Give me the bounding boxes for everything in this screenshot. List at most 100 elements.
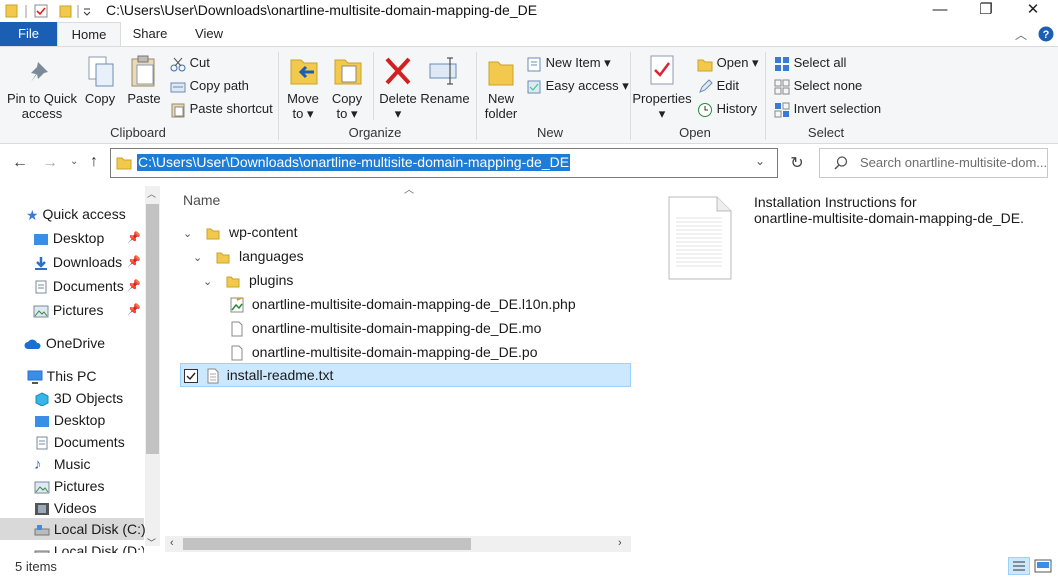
refresh-icon[interactable]: ↻	[785, 153, 809, 175]
list-item[interactable]: onartline-multisite-domain-mapping-de_DE…	[229, 341, 537, 363]
search-icon	[834, 156, 848, 170]
nav-item-videos[interactable]: Videos	[34, 497, 96, 519]
paste-icon	[131, 55, 155, 87]
scroll-left-arrow-icon[interactable]: ‹	[170, 537, 174, 549]
history-button[interactable]: History	[697, 101, 757, 118]
invert-selection-button[interactable]: Invert selection	[774, 101, 881, 118]
new-item-button[interactable]: New Item ▾	[526, 55, 611, 72]
history-icon	[698, 102, 712, 117]
back-arrow-icon[interactable]: ←	[12, 154, 28, 172]
expand-chevron-icon[interactable]: ⌄	[193, 252, 202, 264]
tab-share[interactable]: Share	[121, 22, 179, 46]
expand-chevron-icon[interactable]: ⌄	[203, 276, 212, 288]
nav-quick-access[interactable]: ★ Quick access	[26, 203, 126, 225]
new-folder-icon	[488, 61, 514, 86]
pinned-icon: 📌	[127, 256, 141, 268]
minimize-button[interactable]: —	[917, 0, 963, 22]
copy-path-label: Copy path	[189, 78, 249, 93]
quick-access-toolbar	[5, 4, 91, 18]
nav-onedrive[interactable]: OneDrive	[24, 332, 105, 354]
copy-button[interactable]: Copy	[82, 91, 118, 106]
nav-item-music[interactable]: ♪ Music	[34, 453, 90, 475]
close-button[interactable]: ✕	[1010, 0, 1056, 22]
nav-item-3d-objects[interactable]: 3D Objects	[34, 387, 123, 409]
open-button[interactable]: Open ▾	[697, 55, 759, 72]
large-icons-view-icon[interactable]	[1033, 557, 1053, 575]
scroll-right-arrow-icon[interactable]: ›	[618, 537, 622, 549]
paste-shortcut-button[interactable]: Paste shortcut	[170, 101, 273, 118]
tab-home[interactable]: Home	[57, 22, 121, 46]
scroll-up-arrow-icon[interactable]: ︿	[147, 187, 156, 200]
help-icon[interactable]: ?	[1038, 26, 1054, 42]
nav-item-desktop[interactable]: Desktop 📌	[33, 227, 143, 249]
cloud-icon	[24, 339, 41, 350]
copy-path-button[interactable]: Copy path	[170, 78, 249, 95]
expand-chevron-icon[interactable]: ⌄	[183, 228, 192, 240]
nav-item-label: Downloads	[52, 254, 123, 270]
list-item[interactable]: onartline-multisite-domain-mapping-de_DE…	[229, 293, 576, 315]
drive-icon	[34, 550, 50, 553]
column-header-name[interactable]: Name	[183, 192, 220, 208]
rename-icon	[429, 57, 457, 85]
tree-row-languages[interactable]: ⌄ languages	[193, 245, 304, 267]
cut-button[interactable]: Cut	[170, 55, 210, 72]
nav-pane-scroll-thumb[interactable]	[146, 204, 159, 454]
nav-item-label: Documents	[53, 434, 125, 450]
recent-locations-chevron-icon[interactable]: ⌄	[70, 156, 78, 167]
nav-item-downloads[interactable]: Downloads 📌	[33, 251, 143, 273]
desktop-icon	[34, 234, 48, 246]
address-dropdown-chevron-icon[interactable]: ⌄	[755, 154, 765, 168]
preview-description: Installation Instructions for onartline-…	[754, 194, 1024, 226]
preview-line-1: Installation Instructions for	[754, 194, 917, 210]
paste-button[interactable]: Paste	[125, 91, 163, 106]
rename-button[interactable]: Rename	[420, 91, 470, 106]
list-item-selected[interactable]: install-readme.txt	[184, 364, 333, 386]
tab-file[interactable]: File	[0, 22, 57, 46]
nav-item-local-disk-d[interactable]: Local Disk (D:)	[34, 540, 144, 553]
delete-button[interactable]: Delete ▾	[377, 91, 419, 121]
new-item-label: New Item ▾	[545, 55, 611, 70]
tree-row-wp-content[interactable]: ⌄ wp-content	[183, 221, 297, 243]
pin-to-quick-access-button[interactable]: Pin to Quick access	[6, 91, 78, 121]
list-item[interactable]: onartline-multisite-domain-mapping-de_DE…	[229, 317, 541, 339]
star-icon: ★	[26, 207, 39, 224]
scroll-down-arrow-icon[interactable]: ﹀	[147, 536, 156, 549]
address-path[interactable]: C:\Users\User\Downloads\onartline-multis…	[137, 154, 571, 171]
nav-item-label: Videos	[53, 500, 97, 516]
new-folder-button[interactable]: New folder	[480, 91, 522, 121]
nav-item-label: Desktop	[52, 230, 105, 246]
move-to-button[interactable]: Move to ▾	[283, 91, 323, 121]
open-icon	[697, 59, 713, 72]
nav-this-pc-label: This PC	[46, 368, 97, 384]
collapse-ribbon-icon[interactable]: ︿	[1015, 26, 1027, 43]
nav-item-documents-pc[interactable]: Documents	[34, 431, 125, 453]
horizontal-scroll-thumb[interactable]	[183, 538, 471, 550]
checkbox-checked-icon[interactable]	[184, 369, 198, 384]
nav-item-local-disk-c[interactable]: Local Disk (C:)	[34, 518, 146, 540]
details-view-icon[interactable]	[1008, 557, 1030, 575]
nav-item-label: 3D Objects	[53, 390, 124, 406]
select-all-button[interactable]: Select all	[774, 55, 846, 72]
up-arrow-icon[interactable]: ↑	[90, 153, 98, 171]
easy-access-button[interactable]: Easy access ▾	[526, 78, 629, 95]
move-to-icon	[290, 59, 318, 85]
tree-row-plugins[interactable]: ⌄ plugins	[203, 269, 293, 291]
nav-item-documents[interactable]: Documents 📌	[33, 275, 143, 297]
nav-item-pictures-pc[interactable]: Pictures	[34, 475, 104, 497]
properties-button[interactable]: Properties ▾	[632, 91, 692, 121]
nav-item-desktop-pc[interactable]: Desktop	[34, 409, 105, 431]
select-none-button[interactable]: Select none	[774, 78, 862, 95]
maximize-button[interactable]: ❐	[963, 0, 1009, 22]
php-file-icon	[230, 297, 244, 313]
text-file-icon	[207, 368, 219, 384]
nav-item-pictures[interactable]: Pictures 📌	[33, 299, 143, 321]
cut-label: Cut	[189, 55, 210, 70]
nav-this-pc[interactable]: This PC	[27, 365, 96, 387]
ribbon-separator	[630, 52, 631, 140]
nav-onedrive-label: OneDrive	[45, 335, 106, 351]
tab-view[interactable]: View	[179, 22, 239, 46]
easy-access-label: Easy access ▾	[545, 78, 629, 93]
copy-to-button[interactable]: Copy to ▾	[327, 91, 367, 121]
forward-arrow-icon[interactable]: →	[42, 154, 58, 172]
edit-button[interactable]: Edit	[697, 78, 739, 95]
